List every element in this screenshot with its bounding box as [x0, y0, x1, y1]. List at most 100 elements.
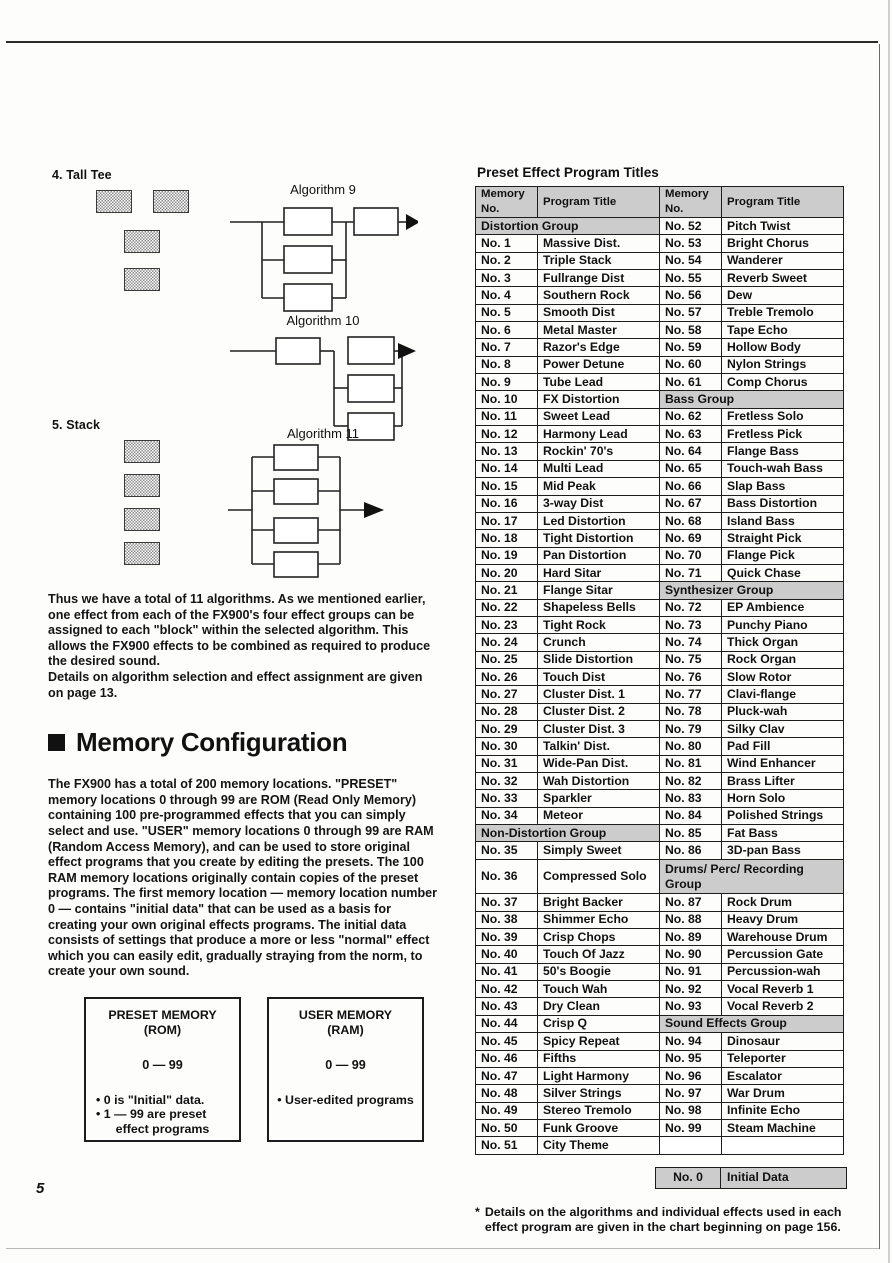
- group-header-cell: Synthesizer Group: [659, 581, 844, 600]
- memory-no-cell: No. 99: [659, 1118, 722, 1138]
- program-title-cell: Warehouse Drum: [721, 928, 844, 947]
- table-row: No. 5 Smooth Dist No. 57 Treble Tremolo: [475, 303, 844, 323]
- table-row: No. 38 Shimmer Echo No. 88 Heavy Drum: [475, 910, 844, 930]
- footnote-marker: *: [475, 1204, 480, 1219]
- table-row: No. 2 Triple Stack No. 54 Wanderer: [475, 251, 844, 271]
- memory-no-cell: No. 28: [475, 702, 538, 721]
- program-title-cell: Brass Lifter: [721, 771, 844, 791]
- memory-paragraph: The FX900 has a total of 200 memory loca…: [48, 777, 438, 979]
- memory-no-cell: No. 12: [475, 425, 538, 444]
- program-title-cell: Straight Pick: [721, 529, 844, 548]
- memory-no-cell: No. 25: [475, 650, 538, 669]
- program-title-cell: Tight Distortion: [537, 529, 660, 548]
- user-memory-range: 0 — 99: [325, 1057, 366, 1072]
- memory-no-cell: No. 56: [659, 286, 722, 305]
- table-row: No. 32 Wah Distortion No. 82 Brass Lifter: [475, 771, 844, 791]
- memory-no-cell: No. 92: [659, 980, 722, 999]
- program-title-cell: Shimmer Echo: [537, 910, 660, 930]
- memory-no-cell: No. 97: [659, 1084, 722, 1103]
- memory-configuration-body: The FX900 has a total of 200 memory loca…: [48, 777, 438, 980]
- table-row: No. 30 Talkin' Dist. No. 80 Pad Fill: [475, 737, 844, 756]
- program-title-cell: Dinosaur: [721, 1032, 844, 1051]
- table-row: No. 18 Tight Distortion No. 69 Straight Pic…: [475, 529, 844, 548]
- memory-no-cell: No. 71: [659, 563, 722, 583]
- table-row: No. 46 Fifths No. 95 Teleporter: [475, 1049, 844, 1068]
- memory-no-cell: No. 16: [475, 494, 538, 513]
- table-row: No. 12 Harmony Lead No. 63 Fretless Pick: [475, 425, 844, 444]
- program-title-cell: Tape Echo: [721, 321, 844, 340]
- algorithm-11-figure: Algorithm 11: [228, 426, 418, 579]
- left-column: 4. Tall Tee Algorithm 9 Algorithm 10 5. …: [48, 168, 438, 1142]
- memory-no-cell: No. 60: [659, 355, 722, 375]
- table-row: No. 48 Silver Strings No. 97 War Drum: [475, 1084, 844, 1103]
- memory-no-cell: No. 41: [475, 962, 538, 982]
- memory-no-cell: No. 57: [659, 303, 722, 323]
- footnote-text: Details on the algorithms and individual…: [484, 1204, 842, 1234]
- table-row: No. 35 Simply Sweet No. 86 3D-pan Bass: [475, 841, 844, 860]
- table-row: No. 31 Wide-Pan Dist. No. 81 Wind Enhancer: [475, 754, 844, 774]
- manual-page: 4. Tall Tee Algorithm 9 Algorithm 10 5. …: [0, 0, 893, 1263]
- program-title-cell: Dry Clean: [537, 997, 660, 1016]
- program-title-cell: FX Distortion: [537, 390, 660, 409]
- memory-no-cell: No. 40: [475, 945, 538, 964]
- memory-no-cell: No. 64: [659, 442, 722, 461]
- program-title-cell: Nylon Strings: [721, 355, 844, 375]
- table-row: No. 19 Pan Distortion No. 70 Flange Pick: [475, 546, 844, 565]
- memory-no-cell: No. 79: [659, 719, 722, 739]
- group-header-cell: Drums/ Perc/ Recording Group: [659, 858, 844, 895]
- shape-block-stack: 5. Stack Algorithm 11: [48, 418, 438, 590]
- table-row: No. 39 Crisp Chops No. 89 Warehouse Drum: [475, 928, 844, 947]
- program-title-cell: Pan Distortion: [537, 546, 660, 565]
- table-footnote: * Details on the algorithms and individu…: [475, 1205, 847, 1236]
- memory-no-cell: No. 82: [659, 771, 722, 791]
- table-row: No. 33 Sparkler No. 83 Horn Solo: [475, 789, 844, 808]
- memory-no-cell: No. 2: [475, 251, 538, 271]
- memory-no-cell: No. 24: [475, 633, 538, 652]
- preset-table-title: Preset Effect Program Titles: [477, 165, 659, 180]
- program-title-cell: Thick Organ: [721, 633, 844, 652]
- table-row: No. 24 Crunch No. 74 Thick Organ: [475, 633, 844, 652]
- table-row: No. 49 Stereo Tremolo No. 98 Infinite Echo: [475, 1101, 844, 1120]
- program-title-cell: Silky Clav: [721, 719, 844, 739]
- memory-no-cell: No. 44: [475, 1014, 538, 1034]
- table-row: No. 9 Tube Lead No. 61 Comp Chorus: [475, 373, 844, 392]
- table-row: No. 10 FX Distortion Bass Group: [475, 390, 844, 409]
- program-title-cell: Bass Distortion: [721, 494, 844, 513]
- program-title-cell: Funk Groove: [537, 1118, 660, 1138]
- table-row: No. 43 Dry Clean No. 93 Vocal Reverb 2: [475, 997, 844, 1016]
- program-title-cell: Talkin' Dist.: [537, 737, 660, 756]
- memory-no-cell: No. 42: [475, 980, 538, 999]
- table-row: No. 17 Led Distortion No. 68 Island Bass: [475, 511, 844, 531]
- program-title-cell: Dew: [721, 286, 844, 305]
- memory-no-cell: No. 72: [659, 598, 722, 617]
- program-title-cell: Wind Enhancer: [721, 754, 844, 774]
- program-title-cell: Vocal Reverb 1: [721, 980, 844, 999]
- square-bullet-icon: [48, 734, 65, 752]
- table-row: No. 15 Mid Peak No. 66 Slap Bass: [475, 477, 844, 496]
- program-title-cell: Comp Chorus: [721, 373, 844, 392]
- section-title: Memory Configuration: [76, 727, 348, 758]
- table-cell-empty: [721, 1136, 844, 1155]
- program-title-cell: Hollow Body: [721, 338, 844, 357]
- program-title-cell: 3-way Dist: [537, 494, 660, 513]
- program-title-cell: Cluster Dist. 3: [537, 719, 660, 739]
- program-title-cell: 3D-pan Bass: [721, 841, 844, 860]
- algorithm-9-diagram: [230, 207, 418, 312]
- table-row: No. 47 Light Harmony No. 96 Escalator: [475, 1066, 844, 1086]
- program-title-cell: Cluster Dist. 2: [537, 702, 660, 721]
- table-row: No. 22 Shapeless Bells No. 72 EP Ambience: [475, 598, 844, 617]
- preset-bullet-2-cont: effect programs: [115, 1122, 210, 1137]
- program-title-cell: Tight Rock: [537, 615, 660, 635]
- program-title-cell: Sparkler: [537, 789, 660, 808]
- memory-no-cell: No. 76: [659, 667, 722, 687]
- program-title-cell: Rock Organ: [721, 650, 844, 669]
- program-title-cell: Heavy Drum: [721, 910, 844, 930]
- memory-no-cell: No. 48: [475, 1084, 538, 1103]
- table-row: No. 27 Cluster Dist. 1 No. 77 Clavi-flange: [475, 685, 844, 704]
- program-title-cell: Shapeless Bells: [537, 598, 660, 617]
- memory-no-cell: No. 37: [475, 893, 538, 912]
- memory-no-cell: No. 18: [475, 529, 538, 548]
- memory-no-cell: No. 85: [659, 824, 722, 843]
- algorithm-9-title: Algorithm 9: [290, 182, 356, 197]
- user-bullet-1: • User-edited programs: [277, 1092, 414, 1107]
